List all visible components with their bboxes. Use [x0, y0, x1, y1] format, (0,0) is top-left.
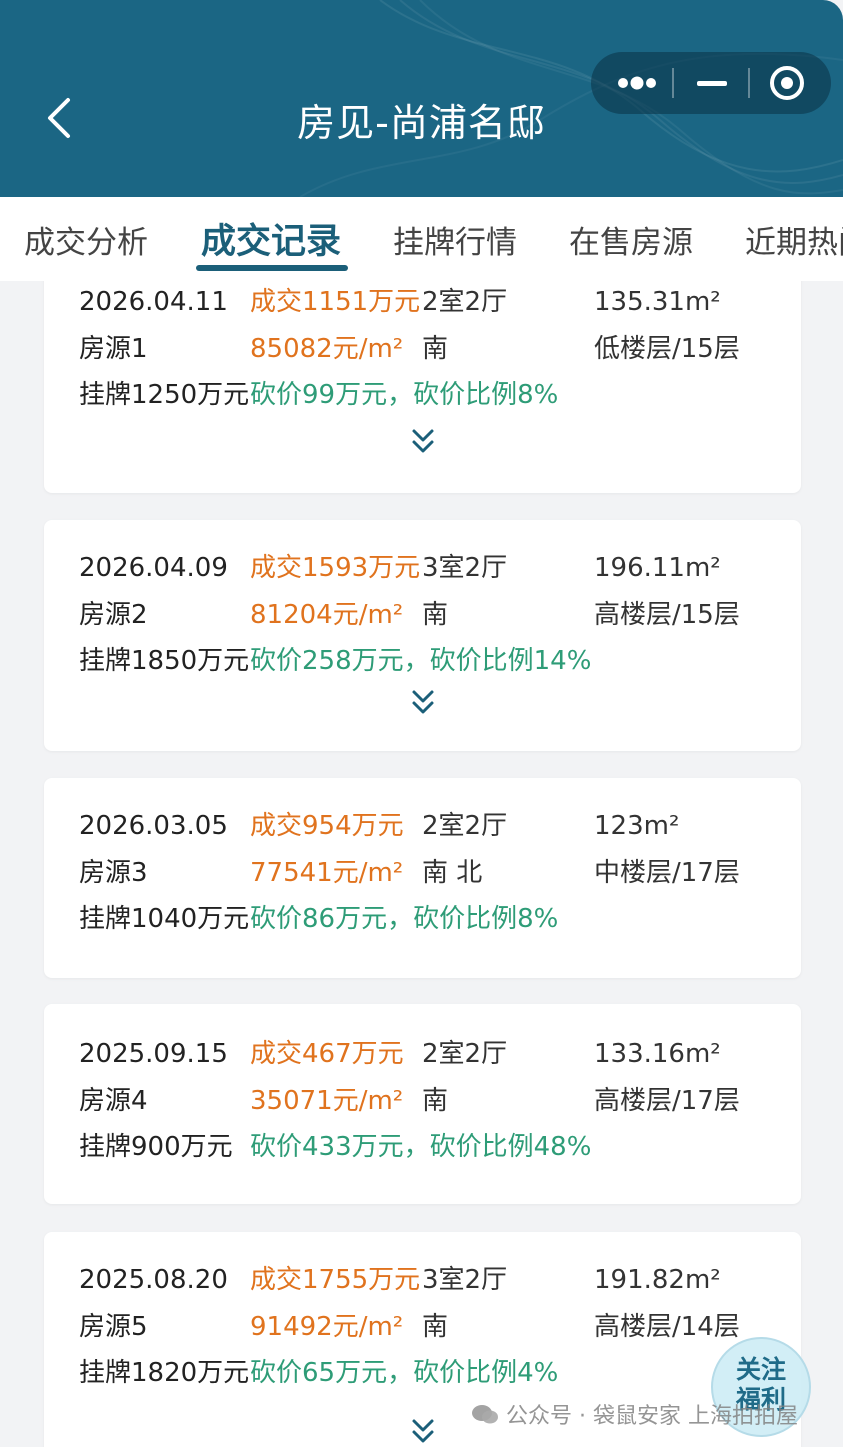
discount-info: 砍价86万元，砍价比例8%: [250, 904, 559, 934]
unit-price: 81204元/m²: [250, 600, 404, 630]
discount-info: 砍价99万元，砍价比例8%: [250, 380, 559, 410]
room-layout: 2室2厅: [422, 811, 508, 841]
floor-info: 高楼层/17层: [594, 1086, 740, 1116]
app-header: 房见-尚浦名邸: [0, 0, 843, 197]
listing-price: 挂牌1820万元: [79, 1358, 250, 1388]
room-layout: 2室2厅: [422, 1039, 508, 1069]
unit-price: 91492元/m²: [250, 1312, 404, 1342]
orientation: 南: [422, 334, 449, 364]
tab-for-sale[interactable]: 在售房源: [569, 217, 693, 262]
tab-deal-analysis[interactable]: 成交分析: [24, 217, 148, 262]
floor-info: 低楼层/15层: [594, 334, 740, 364]
deal-date: 2026.04.09: [79, 553, 228, 583]
area: 123m²: [594, 811, 680, 841]
deal-price: 成交467万元: [250, 1039, 404, 1069]
expand-button[interactable]: [410, 427, 436, 457]
follow-label: 关注: [735, 1355, 786, 1384]
deal-price: 成交954万元: [250, 811, 404, 841]
listing-price: 挂牌900万元: [79, 1132, 233, 1162]
capsule-divider: [748, 68, 750, 98]
area: 135.31m²: [594, 287, 721, 317]
source-label: 房源4: [79, 1086, 148, 1116]
watermark-text: 公众号 · 袋鼠安家 上海拍拍屋: [506, 1404, 798, 1429]
record-card[interactable]: 2025.09.15 成交467万元 2室2厅 133.16m² 房源4 350…: [44, 1004, 801, 1204]
active-tab-indicator: [196, 265, 348, 271]
expand-button[interactable]: [410, 688, 436, 718]
deal-date: 2025.09.15: [79, 1039, 228, 1069]
capsule-divider: [672, 68, 674, 98]
area: 133.16m²: [594, 1039, 721, 1069]
orientation: 南: [422, 1086, 449, 1116]
close-button[interactable]: [755, 52, 821, 114]
double-chevron-down-icon: [412, 1419, 434, 1443]
orientation: 南 北: [422, 858, 483, 888]
more-button[interactable]: [603, 52, 671, 114]
tab-listing-market[interactable]: 挂牌行情: [393, 217, 517, 262]
orientation: 南: [422, 600, 449, 630]
deal-price: 成交1593万元: [250, 553, 421, 583]
more-dots-icon: [618, 76, 656, 90]
room-layout: 2室2厅: [422, 287, 508, 317]
listing-price: 挂牌1040万元: [79, 904, 250, 934]
deal-price: 成交1151万元: [250, 287, 421, 317]
floor-info: 高楼层/15层: [594, 600, 740, 630]
expand-button[interactable]: [410, 1417, 436, 1447]
tab-recent-hot[interactable]: 近期热门: [745, 217, 843, 262]
close-target-icon: [770, 66, 804, 100]
source-label: 房源5: [79, 1312, 148, 1342]
record-card[interactable]: 2026.04.11 成交1151万元 2室2厅 135.31m² 房源1 85…: [44, 281, 801, 493]
unit-price: 85082元/m²: [250, 334, 404, 364]
deal-date: 2026.03.05: [79, 811, 228, 841]
record-card[interactable]: 2026.03.05 成交954万元 2室2厅 123m² 房源3 77541元…: [44, 778, 801, 978]
area: 191.82m²: [594, 1265, 721, 1295]
source-label: 房源3: [79, 858, 148, 888]
minimize-icon: [697, 81, 727, 86]
record-card[interactable]: 2026.04.09 成交1593万元 3室2厅 196.11m² 房源2 81…: [44, 520, 801, 751]
listing-price: 挂牌1850万元: [79, 646, 250, 676]
source-label: 房源1: [79, 334, 148, 364]
double-chevron-down-icon: [412, 429, 434, 453]
discount-info: 砍价433万元，砍价比例48%: [250, 1132, 592, 1162]
unit-price: 77541元/m²: [250, 858, 404, 888]
unit-price: 35071元/m²: [250, 1086, 404, 1116]
minimize-button[interactable]: [679, 52, 745, 114]
mini-program-capsule: [591, 52, 831, 114]
orientation: 南: [422, 1312, 449, 1342]
deal-date: 2026.04.11: [79, 287, 228, 317]
records-list: 2026.04.11 成交1151万元 2室2厅 135.31m² 房源1 85…: [0, 281, 843, 1447]
tab-bar: 成交分析 成交记录 挂牌行情 在售房源 近期热门: [0, 197, 843, 281]
listing-price: 挂牌1250万元: [79, 380, 250, 410]
floor-info: 中楼层/17层: [594, 858, 740, 888]
area: 196.11m²: [594, 553, 721, 583]
floor-info: 高楼层/14层: [594, 1312, 740, 1342]
room-layout: 3室2厅: [422, 553, 508, 583]
double-chevron-down-icon: [412, 690, 434, 714]
wechat-icon: [470, 1402, 500, 1432]
discount-info: 砍价258万元，砍价比例14%: [250, 646, 592, 676]
deal-price: 成交1755万元: [250, 1265, 421, 1295]
tab-deal-records[interactable]: 成交记录: [201, 213, 341, 264]
source-label: 房源2: [79, 600, 148, 630]
room-layout: 3室2厅: [422, 1265, 508, 1295]
watermark: 公众号 · 袋鼠安家 上海拍拍屋: [470, 1398, 798, 1432]
discount-info: 砍价65万元，砍价比例4%: [250, 1358, 559, 1388]
deal-date: 2025.08.20: [79, 1265, 228, 1295]
